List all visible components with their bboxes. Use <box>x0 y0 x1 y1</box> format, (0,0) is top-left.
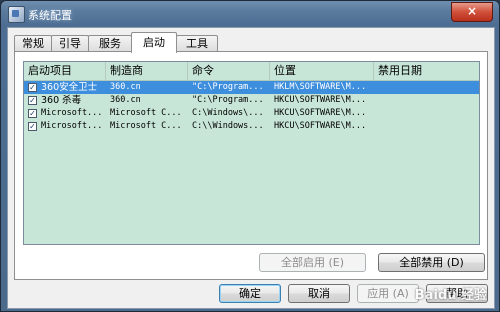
item-location: HKCU\SOFTWARE\M... <box>274 121 367 131</box>
column-header-command[interactable]: 命令 <box>188 62 270 80</box>
window-title: 系统配置 <box>28 9 72 22</box>
item-disabled-date <box>378 107 468 120</box>
column-header-location[interactable]: 位置 <box>270 62 374 80</box>
item-disabled-date <box>378 81 468 94</box>
tab-startup[interactable]: 启动 <box>131 32 177 53</box>
list-row[interactable]: ✓ Microsoft... Microsoft C... C:\Windows… <box>24 107 479 120</box>
item-manufacturer: Microsoft C... <box>110 121 182 131</box>
app-icon <box>8 6 25 23</box>
item-command: C:\\Windows... <box>192 121 264 131</box>
title-bar[interactable]: 系统配置 × <box>1 1 499 27</box>
list-row[interactable]: ✓ 360安全卫士 360.cn "C:\Program... HKLM\SOF… <box>24 81 479 94</box>
dialog-client: 常规 引导 服务 启动 工具 启动项目 制造商 命令 位置 禁用日期 ✓ 360… <box>7 27 495 309</box>
baidu-watermark: Baidu 经验 <box>414 288 487 303</box>
column-header-startup-item[interactable]: 启动项目 <box>24 62 106 80</box>
item-command: "C:\Program... <box>192 95 264 105</box>
startup-checkbox[interactable]: ✓ <box>28 83 37 92</box>
item-location: HKCU\SOFTWARE\M... <box>274 108 367 118</box>
tab-tools[interactable]: 工具 <box>176 35 218 52</box>
startup-list[interactable]: 启动项目 制造商 命令 位置 禁用日期 ✓ 360安全卫士 360.cn "C:… <box>23 61 480 245</box>
item-manufacturer: 360.cn <box>110 82 141 92</box>
item-name: Microsoft... <box>41 108 103 118</box>
item-disabled-date <box>378 94 468 107</box>
startup-panel: 启动项目 制造商 命令 位置 禁用日期 ✓ 360安全卫士 360.cn "C:… <box>14 51 488 280</box>
item-manufacturer: 360.cn <box>110 95 141 105</box>
item-manufacturer: Microsoft C... <box>110 108 182 118</box>
tab-services[interactable]: 服务 <box>88 35 132 52</box>
tab-general[interactable]: 常规 <box>14 35 52 52</box>
startup-checkbox[interactable]: ✓ <box>28 122 37 131</box>
system-config-window: 系统配置 × 常规 引导 服务 启动 工具 启动项目 制造商 命令 位置 禁用日… <box>0 0 500 312</box>
item-disabled-date <box>378 120 468 133</box>
cancel-button[interactable]: 取消 <box>288 284 350 303</box>
item-name: 360安全卫士 <box>41 82 98 93</box>
item-name: 360 杀毒 <box>41 95 82 106</box>
item-name: Microsoft... <box>41 121 103 131</box>
list-row[interactable]: ✓ 360 杀毒 360.cn "C:\Program... HKCU\SOFT… <box>24 94 479 107</box>
enable-all-button[interactable]: 全部启用 (E) <box>259 253 366 272</box>
tab-boot[interactable]: 引导 <box>51 35 89 52</box>
apply-button[interactable]: 应用 (A) <box>357 284 419 303</box>
list-row[interactable]: ✓ Microsoft... Microsoft C... C:\\Window… <box>24 120 479 133</box>
close-button[interactable]: × <box>451 2 493 22</box>
item-location: HKLM\SOFTWARE\M... <box>274 82 367 92</box>
ok-button[interactable]: 确定 <box>219 284 281 303</box>
column-header-manufacturer[interactable]: 制造商 <box>106 62 188 80</box>
column-header-disabled-date[interactable]: 禁用日期 <box>374 62 479 80</box>
item-command: C:\Windows\... <box>192 108 264 118</box>
item-location: HKCU\SOFTWARE\M... <box>274 95 367 105</box>
disable-all-button[interactable]: 全部禁用 (D) <box>378 253 485 272</box>
item-command: "C:\Program... <box>192 82 264 92</box>
startup-checkbox[interactable]: ✓ <box>28 109 37 118</box>
list-header: 启动项目 制造商 命令 位置 禁用日期 <box>24 62 479 81</box>
startup-checkbox[interactable]: ✓ <box>28 96 37 105</box>
